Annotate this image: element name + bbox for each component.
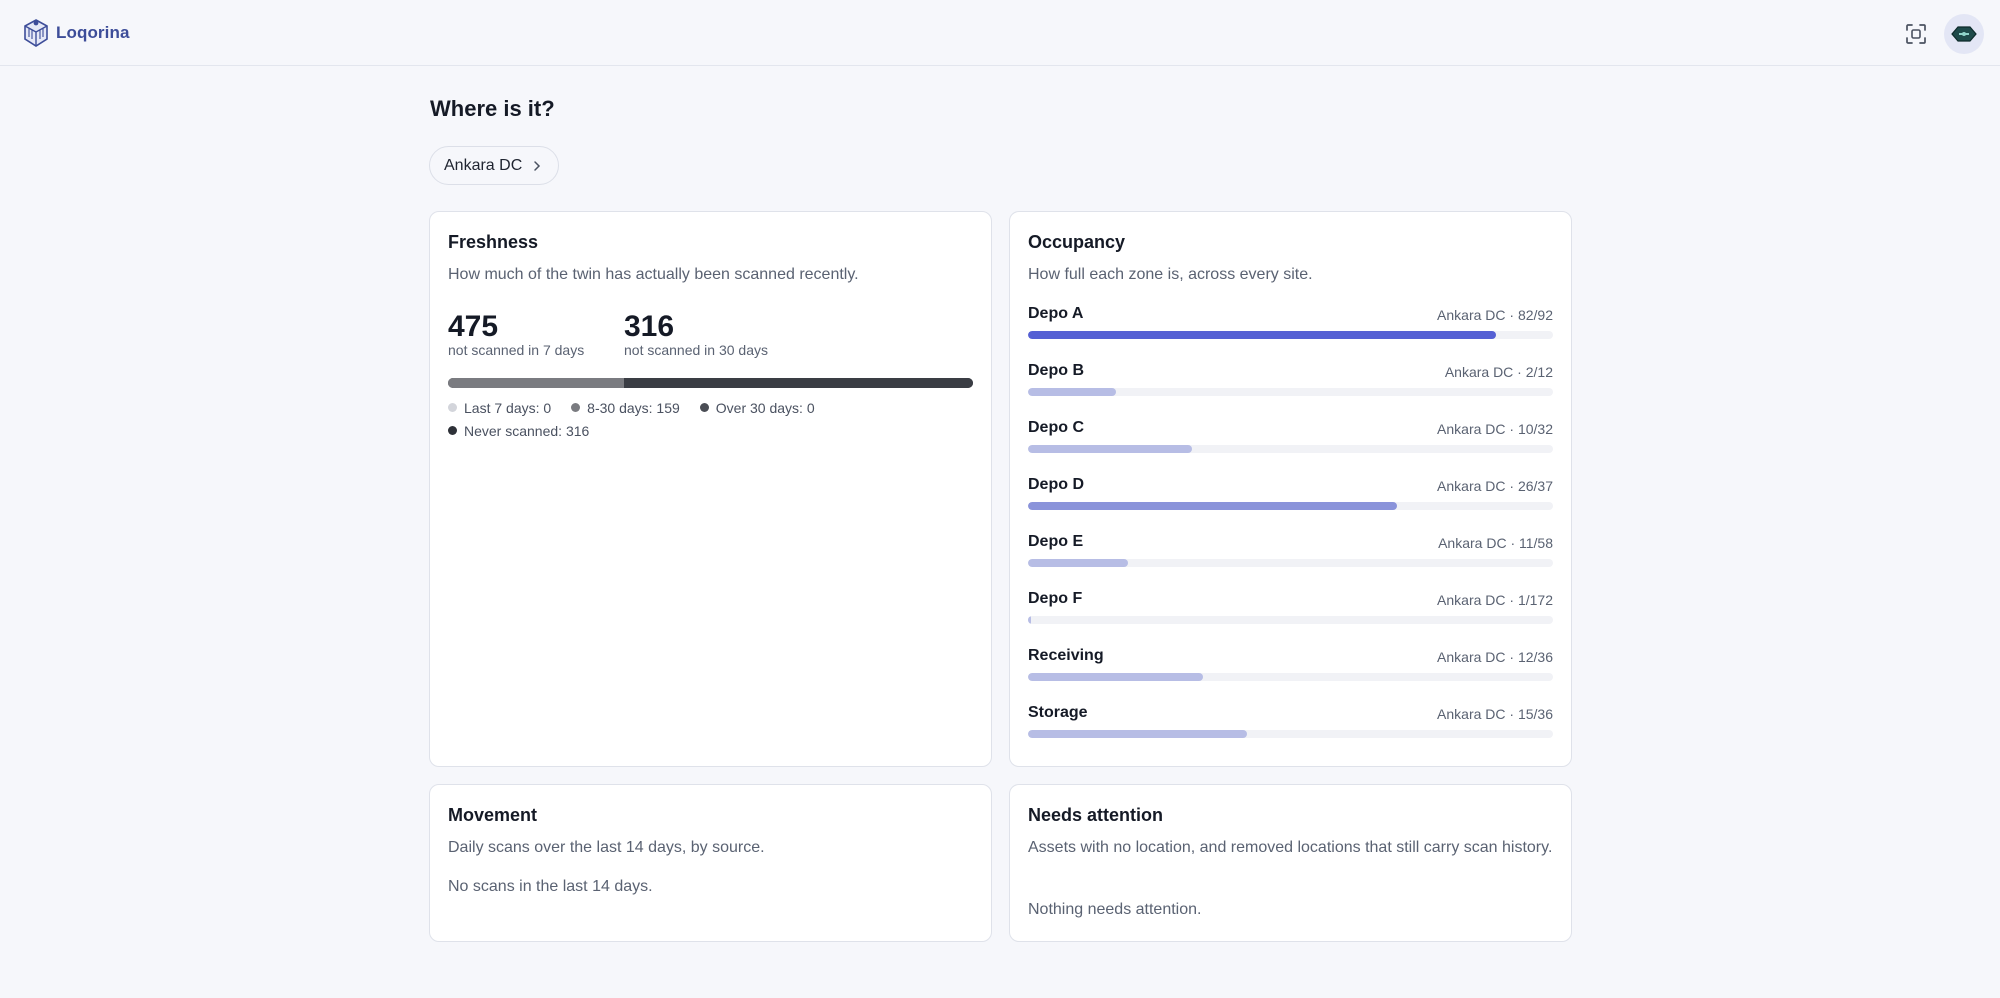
legend-label: Last 7 days: 0: [464, 399, 552, 416]
zone-occupancy-bar: [1028, 502, 1553, 510]
site-selector[interactable]: Ankara DC: [429, 146, 559, 185]
zone-occupancy-bar: [1028, 673, 1553, 681]
zone-name: Storage: [1028, 704, 1088, 721]
movement-card: Movement Daily scans over the last 14 da…: [429, 784, 992, 942]
zone-occupancy-bar: [1028, 388, 1553, 396]
legend-dot: [699, 403, 709, 412]
zone-row: Depo E Ankara DC · 11/58: [1028, 533, 1553, 573]
zone-capacity: Ankara DC · 11/58: [1438, 535, 1553, 551]
zone-occupancy-fill: [1028, 673, 1203, 681]
zone-capacity: Ankara DC · 82/92: [1437, 307, 1553, 323]
legend-item: 8-30 days: 159: [571, 400, 680, 416]
legend-dot: [571, 403, 581, 412]
chevron-right-icon: [534, 160, 541, 171]
legend-item: Over 30 days: 0: [699, 399, 815, 416]
scan-icon: [1906, 24, 1926, 44]
zone-row: Depo B Ankara DC · 2/12: [1028, 362, 1553, 402]
legend-dot: [448, 426, 457, 435]
zone-occupancy-fill: [1028, 388, 1116, 396]
zone-name: Depo A: [1028, 305, 1084, 322]
legend-item: Last 7 days: 0: [448, 400, 551, 416]
freshness-title: Freshness: [448, 232, 539, 252]
user-avatar[interactable]: [1944, 14, 1984, 54]
needs-attention-card: Needs attention Assets with no location,…: [1009, 784, 1572, 942]
zone-name: Depo F: [1028, 590, 1083, 607]
zone-capacity: Ankara DC · 1/172: [1437, 592, 1553, 608]
zone-capacity: Ankara DC · 12/36: [1437, 649, 1553, 665]
zone-occupancy-bar: [1028, 730, 1553, 738]
zone-name: Depo B: [1028, 362, 1084, 379]
stat-not-scanned-7-label: not scanned in 7 days: [448, 342, 585, 358]
zone-row: Depo F Ankara DC · 1/172: [1028, 590, 1553, 630]
site-selector-label: Ankara DC: [444, 156, 523, 174]
legend-item: Never scanned: 316: [448, 423, 589, 439]
zone-row: Depo D Ankara DC · 26/37: [1028, 476, 1553, 516]
legend-label: 8-30 days: 159: [587, 399, 680, 416]
zone-capacity: Ankara DC · 26/37: [1437, 478, 1553, 494]
zone-row: Depo C Ankara DC · 10/32: [1028, 419, 1553, 459]
top-bar: Loqorina: [0, 0, 2000, 66]
stat-not-scanned-30-value: 316: [624, 310, 675, 343]
zone-occupancy-fill: [1028, 502, 1397, 510]
freshness-legend: Last 7 days: 0 8-30 days: 159 Over 30 da…: [448, 396, 988, 442]
zone-row: Depo A Ankara DC · 82/92: [1028, 305, 1553, 345]
freshness-bar-segment: [448, 378, 624, 388]
zone-occupancy-bar: [1028, 559, 1553, 567]
legend-label: Never scanned: 316: [464, 422, 590, 439]
zone-occupancy-fill: [1028, 616, 1032, 624]
occupancy-card: Occupancy How full each zone is, across …: [1009, 211, 1572, 767]
occupancy-subtitle: How full each zone is, across every site…: [1028, 266, 1313, 283]
movement-empty-message: No scans in the last 14 days.: [448, 878, 653, 895]
zone-name: Depo C: [1028, 419, 1084, 436]
app-name: Loqorina: [56, 23, 130, 42]
movement-title: Movement: [448, 805, 538, 825]
zone-occupancy-bar: [1028, 331, 1553, 339]
legend-label: Over 30 days: 0: [715, 399, 815, 416]
freshness-bar: [448, 378, 973, 388]
zone-capacity: Ankara DC · 10/32: [1437, 421, 1553, 437]
zone-occupancy-fill: [1028, 331, 1496, 339]
scan-button[interactable]: [1902, 20, 1930, 48]
brand-logo-link[interactable]: Loqorina: [20, 16, 130, 50]
zone-occupancy-bar: [1028, 616, 1553, 624]
needs-attention-empty-message: Nothing needs attention.: [1028, 901, 1202, 918]
zone-occupancy-fill: [1028, 730, 1247, 738]
zone-row: Receiving Ankara DC · 12/36: [1028, 647, 1553, 687]
needs-attention-subtitle: Assets with no location, and removed loc…: [1028, 839, 1553, 856]
avatar-icon: [1951, 26, 1977, 42]
zone-occupancy-fill: [1028, 445, 1193, 453]
zone-occupancy-fill: [1028, 559, 1128, 567]
freshness-subtitle: How much of the twin has actually been s…: [448, 266, 859, 283]
occupancy-title: Occupancy: [1028, 232, 1126, 252]
zone-row: Storage Ankara DC · 15/36: [1028, 704, 1553, 744]
zone-occupancy-bar: [1028, 445, 1553, 453]
stat-not-scanned-7-value: 475: [448, 310, 499, 343]
needs-attention-title: Needs attention: [1028, 805, 1164, 825]
zone-capacity: Ankara DC · 15/36: [1437, 706, 1553, 722]
movement-subtitle: Daily scans over the last 14 days, by so…: [448, 839, 765, 856]
freshness-bar-segment: [623, 378, 973, 388]
zone-name: Receiving: [1028, 647, 1104, 664]
legend-dot: [448, 403, 457, 412]
zone-name: Depo E: [1028, 533, 1084, 550]
zone-capacity: Ankara DC · 2/12: [1444, 364, 1553, 380]
zone-name: Depo D: [1028, 476, 1084, 493]
logo-icon: [24, 19, 48, 47]
freshness-card: Freshness How much of the twin has actua…: [429, 211, 992, 767]
stat-not-scanned-30-label: not scanned in 30 days: [624, 342, 768, 358]
page-title: Where is it?: [430, 96, 555, 121]
